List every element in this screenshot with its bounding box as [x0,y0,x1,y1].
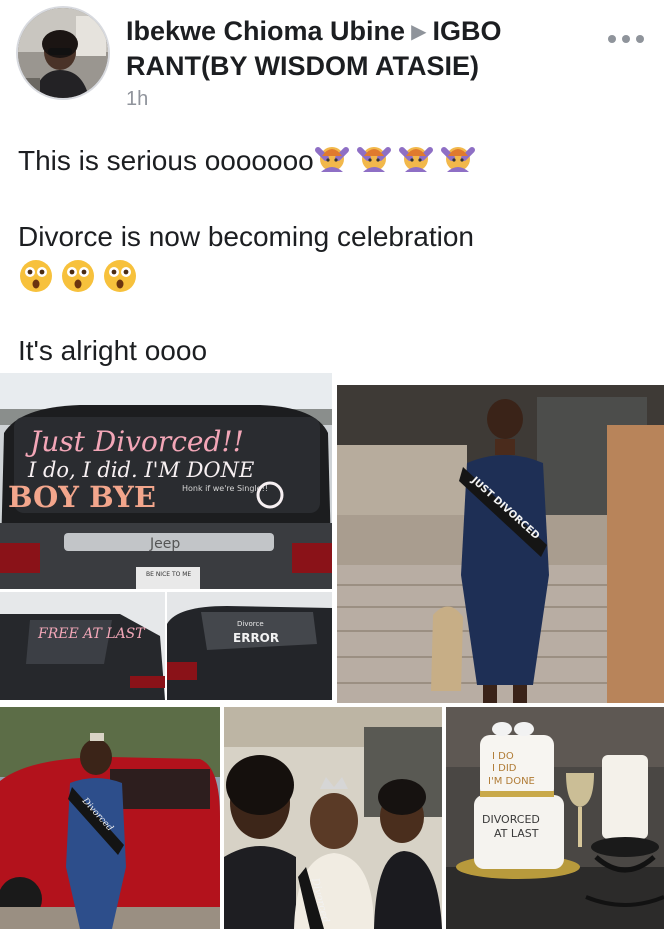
car-window-text-1: Divorce [237,620,264,628]
car-brand-logo: Jeep [149,536,180,552]
woman-gesturing-no-emoji [440,147,475,172]
photo-woman-sash[interactable]: JUST DIVORCED [337,385,664,703]
post-author-line: Ibekwe Chioma Ubine ▶ IGBO RANT(BY WISDOM … [126,14,596,83]
woman-gesturing-no-emoji [398,147,433,172]
author-avatar[interactable] [16,6,110,100]
triangle-right-icon: ▶ [411,21,427,43]
more-horizontal-icon [608,35,616,43]
astonished-face-emoji [104,260,136,292]
post-line-3: It's alright oooo [18,335,208,366]
car-rear-small-text: Honk if we're Single!! [182,484,268,493]
astonished-face-emoji [20,260,52,292]
woman-gesturing-no-emoji [314,147,349,172]
car-window-text-2: ERROR [233,631,279,645]
astonished-face-emoji [62,260,94,292]
post-body: This is serious ooooooo Divorce is now b… [18,140,648,370]
car-rear-text-3: BOY BYE [8,480,156,514]
photo-woman-red-car[interactable]: Divorced [0,707,220,929]
photo-three-women[interactable]: Divorced [224,707,442,929]
shocked-emoji-row [18,258,648,294]
car-rear-text-2: I do, I did. I'M DONE [27,458,254,482]
post-line-1-text: This is serious ooooooo [18,145,314,176]
car-side-text: FREE AT LAST [37,626,146,642]
post-header: Ibekwe Chioma Ubine ▶ IGBO RANT(BY WISDOM … [0,0,664,120]
cake-text-1: I DO [492,751,514,762]
cake-text-5: AT LAST [494,827,539,840]
post-timestamp[interactable]: 1h [126,88,148,111]
photo-car-side[interactable]: FREE AT LAST [0,592,165,700]
photo-car-window[interactable]: Divorce ERROR [167,592,332,700]
woman-gesturing-no-emoji [356,147,391,172]
plate-frame-text: BE NICE TO ME [146,571,191,578]
photo-divorce-cake[interactable]: I DO I DID I'M DONE DIVORCED AT LAST [446,707,664,929]
post-line-2: Divorce is now becoming celebration [18,221,474,252]
photo-car-rear[interactable]: Just Divorced!! I do, I did. I'M DONE BO… [0,373,332,589]
cake-text-2: I DID [492,763,517,774]
cake-text-3: I'M DONE [488,776,535,787]
more-options-button[interactable] [604,24,648,54]
author-name[interactable]: Ibekwe Chioma Ubine [126,16,405,46]
post-line-1: This is serious ooooooo [18,140,648,180]
cake-text-4: DIVORCED [482,813,540,826]
car-rear-text-1: Just Divorced!! [25,425,244,458]
